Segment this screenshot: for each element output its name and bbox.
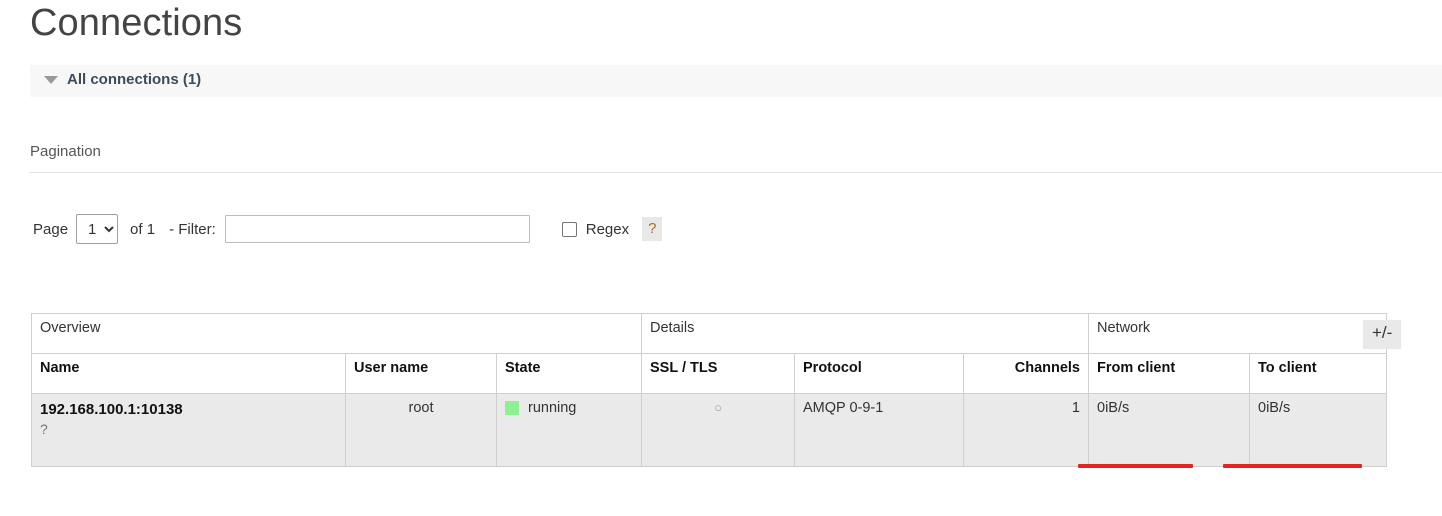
connections-table-head: Overview Details Network Name User name … (31, 313, 1387, 394)
filter-label: - Filter: (169, 220, 216, 238)
toggle-columns-button[interactable]: +/- (1363, 320, 1402, 349)
column-header-name[interactable]: Name (31, 353, 346, 394)
column-header-channels[interactable]: Channels (963, 353, 1089, 394)
page-title: Connections (30, 2, 243, 44)
pagination-controls: Page 1 of 1 - Filter: Regex ? (33, 214, 663, 244)
pagination-divider (30, 172, 1442, 173)
column-header-to-client[interactable]: To client (1249, 353, 1387, 394)
ssl-circle-icon: ○ (714, 400, 722, 415)
connections-table-body: 192.168.100.1:10138 ? root running ○ AMQ… (31, 393, 1387, 467)
group-header-network: Network (1088, 313, 1387, 354)
group-header-details: Details (641, 313, 1089, 354)
table-group-header-row: Overview Details Network (31, 313, 1387, 354)
to-client-sparkline (1223, 464, 1362, 468)
cell-ssl-tls: ○ (641, 393, 795, 467)
filter-input[interactable] (224, 215, 530, 243)
regex-label: Regex (585, 220, 630, 238)
column-header-user-name[interactable]: User name (345, 353, 497, 394)
all-connections-label: All connections (1) (67, 71, 202, 88)
triangle-down-icon[interactable] (44, 75, 58, 84)
column-header-state[interactable]: State (496, 353, 642, 394)
cell-to-client: 0iB/s (1249, 393, 1387, 467)
connections-table: Overview Details Network Name User name … (31, 313, 1387, 467)
regex-help-icon[interactable]: ? (642, 217, 663, 241)
connection-name-link[interactable]: 192.168.100.1:10138 (40, 401, 183, 418)
column-header-ssl-tls[interactable]: SSL / TLS (641, 353, 795, 394)
regex-checkbox[interactable] (561, 221, 577, 237)
all-connections-section-header[interactable]: All connections (1) (30, 65, 1442, 97)
cell-channels: 1 (963, 393, 1089, 467)
cell-from-client: 0iB/s (1088, 393, 1250, 467)
from-client-sparkline (1078, 464, 1193, 468)
column-header-from-client[interactable]: From client (1088, 353, 1250, 394)
all-connections-header-inner: All connections (1) (44, 71, 201, 88)
cell-name: 192.168.100.1:10138 ? (31, 393, 346, 467)
state-badge: running (505, 400, 633, 416)
cell-protocol: AMQP 0-9-1 (794, 393, 964, 467)
cell-state: running (496, 393, 642, 467)
page-total-label: of 1 (130, 220, 156, 238)
group-header-overview: Overview (31, 313, 642, 354)
table-column-header-row: Name User name State SSL / TLS Protocol … (31, 353, 1387, 394)
pagination-title: Pagination (30, 143, 101, 160)
cell-user-name: root (345, 393, 497, 467)
page-label: Page (33, 220, 69, 238)
table-row[interactable]: 192.168.100.1:10138 ? root running ○ AMQ… (31, 393, 1387, 467)
state-color-swatch (505, 401, 519, 415)
regex-control: Regex ? (561, 217, 663, 241)
state-label: running (528, 400, 577, 416)
column-header-protocol[interactable]: Protocol (794, 353, 964, 394)
page-select[interactable]: 1 (76, 214, 119, 244)
connection-name-help-icon[interactable]: ? (40, 421, 337, 437)
